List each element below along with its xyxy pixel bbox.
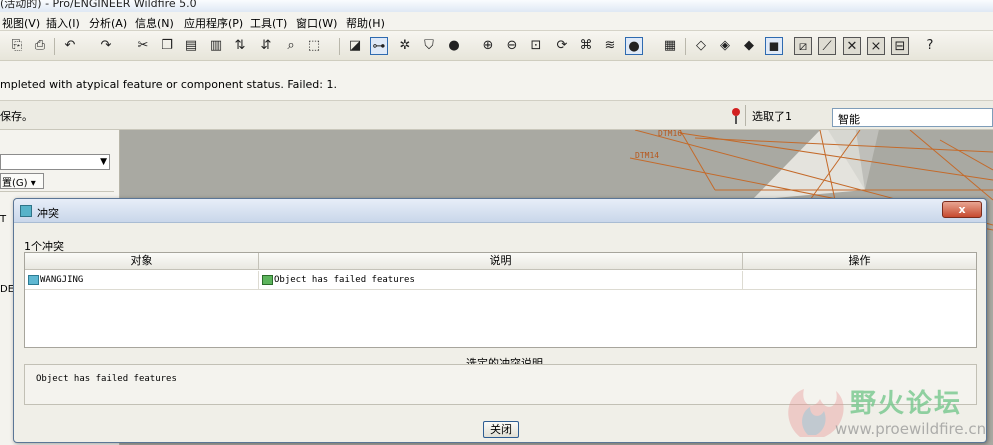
status-separator <box>745 105 746 126</box>
menu-applications[interactable]: 应用程序(P) <box>184 15 243 31</box>
toolbar-separator <box>339 38 340 55</box>
datum-planes-icon[interactable]: ⧄ <box>794 37 812 55</box>
display-style-icon[interactable]: ▦ <box>661 37 679 55</box>
close-button[interactable]: 关闭 <box>483 421 519 438</box>
zoom-out-icon[interactable]: ⊖ <box>503 37 521 55</box>
orient-mode-icon[interactable]: ✲ <box>396 37 414 55</box>
toolbar-separator <box>685 38 686 55</box>
zoom-in-icon[interactable]: ⊕ <box>479 37 497 55</box>
table-row-object-cell[interactable]: WANGJING <box>25 271 259 290</box>
hidden-line-icon[interactable]: ◈ <box>716 37 734 55</box>
reorient-icon[interactable]: ⟳ <box>553 37 571 55</box>
table-row-action-cell[interactable] <box>743 271 976 290</box>
watermark-title: 野火论坛 <box>850 389 963 419</box>
object-name: WANGJING <box>40 275 84 285</box>
menu-view[interactable]: 视图(V) <box>2 15 40 31</box>
column-header-action[interactable]: 操作 <box>743 253 976 270</box>
paste-special-icon[interactable]: ▥ <box>207 37 225 55</box>
column-header-description[interactable]: 说明 <box>259 253 743 270</box>
save-status-text: 保存。 <box>0 110 33 123</box>
menu-insert[interactable]: 插入(I) <box>46 15 80 31</box>
menu-bar: 视图(V) 插入(I) 分析(A) 信息(N) 应用程序(P) 工具(T) 窗口… <box>0 12 993 31</box>
saved-views-icon[interactable]: ⌘ <box>577 37 595 55</box>
shading-icon[interactable]: ◼ <box>765 37 783 55</box>
named-views-icon[interactable]: ⛉ <box>420 37 438 55</box>
print-icon[interactable]: ⎙ <box>31 37 49 55</box>
copy-icon[interactable]: ❐ <box>158 37 176 55</box>
selection-filter-value: 智能 <box>838 113 860 126</box>
wireframe-icon[interactable]: ◇ <box>692 37 710 55</box>
conflicts-table: 对象 说明 操作 WANGJING Object has failed feat… <box>24 252 977 348</box>
datum-axes-icon[interactable]: ⟋ <box>818 37 836 55</box>
redo-icon[interactable]: ↷ <box>97 37 115 55</box>
tree-item-fragment: T <box>0 214 7 225</box>
main-toolbar: ⎘ ⎙ ↶ ↷ ✂ ❐ ▤ ▥ ⇅ ⇵ ⌕ ⬚ ◪ ⊶ ✲ ⛉ ● ⊕ ⊖ ⊡ … <box>0 31 993 61</box>
datum-label: DTM14 <box>635 151 659 160</box>
selected-count: 选取了1 <box>752 110 792 123</box>
menu-tools[interactable]: 工具(T) <box>250 15 287 31</box>
panel-divider <box>0 191 114 192</box>
chevron-down-icon: ▼ <box>100 157 107 167</box>
context-help-icon[interactable]: ? <box>921 37 939 55</box>
paste-icon[interactable]: ▤ <box>182 37 200 55</box>
message-text: mpleted with atypical feature or compone… <box>0 78 337 91</box>
settings-button[interactable]: 置(G) ▾ <box>0 173 44 189</box>
menu-window[interactable]: 窗口(W) <box>296 15 337 31</box>
conflict-description: Object has failed features <box>274 275 415 285</box>
dialog-app-icon <box>20 205 32 217</box>
coord-sys-icon[interactable]: ⨯ <box>867 37 885 55</box>
model-tree-dropdown[interactable]: ▼ <box>0 154 110 170</box>
column-header-object[interactable]: 对象 <box>25 253 259 270</box>
datum-label: DTM16 <box>658 130 682 138</box>
dialog-title: 冲突 <box>37 207 59 220</box>
layers-icon[interactable]: ≋ <box>601 37 619 55</box>
annotation-icon[interactable]: ⊟ <box>891 37 909 55</box>
menu-analysis[interactable]: 分析(A) <box>89 15 127 31</box>
dialog-title-bar: 冲突 x <box>14 199 986 223</box>
dialog-close-button[interactable]: x <box>942 201 982 218</box>
refit-icon[interactable]: ⊡ <box>527 37 545 55</box>
selection-filter-dropdown[interactable]: 智能 <box>832 108 993 127</box>
datum-points-icon[interactable]: ✕ <box>843 37 861 55</box>
view-manager-icon[interactable]: ● <box>625 37 643 55</box>
menu-info[interactable]: 信息(N) <box>135 15 174 31</box>
failed-feature-icon <box>262 274 273 285</box>
no-hidden-icon[interactable]: ◆ <box>740 37 758 55</box>
undo-icon[interactable]: ↶ <box>61 37 79 55</box>
watermark-url: www.proewildfire.cn <box>835 420 987 438</box>
select-box-icon[interactable]: ⬚ <box>305 37 323 55</box>
status-light-icon <box>731 108 741 124</box>
status-bar: 保存。 选取了1 智能 <box>0 101 993 130</box>
message-area: mpleted with atypical feature or compone… <box>0 61 993 101</box>
window-title: (活动的) - Pro/ENGINEER Wildfire 5.0 <box>0 0 197 10</box>
selected-conflict-description-text: Object has failed features <box>36 374 177 384</box>
forum-watermark: 野火论坛 www.proewildfire.cn <box>780 377 990 443</box>
save-icon[interactable]: ⎘ <box>8 37 26 55</box>
repaint-icon[interactable]: ◪ <box>346 37 364 55</box>
find-icon[interactable]: ⌕ <box>282 37 300 55</box>
toolbar-separator <box>54 38 55 55</box>
spin-center-icon[interactable]: ⊶ <box>370 37 388 55</box>
menu-help[interactable]: 帮助(H) <box>346 15 385 31</box>
window-title-bar: (活动的) - Pro/ENGINEER Wildfire 5.0 <box>0 0 993 12</box>
part-icon <box>28 274 39 285</box>
cut-icon[interactable]: ✂ <box>134 37 152 55</box>
regenerate-icon[interactable]: ⇅ <box>231 37 249 55</box>
appearance-icon[interactable]: ● <box>445 37 463 55</box>
regen-manager-icon[interactable]: ⇵ <box>257 37 275 55</box>
table-row-description-cell[interactable]: Object has failed features <box>259 271 743 290</box>
